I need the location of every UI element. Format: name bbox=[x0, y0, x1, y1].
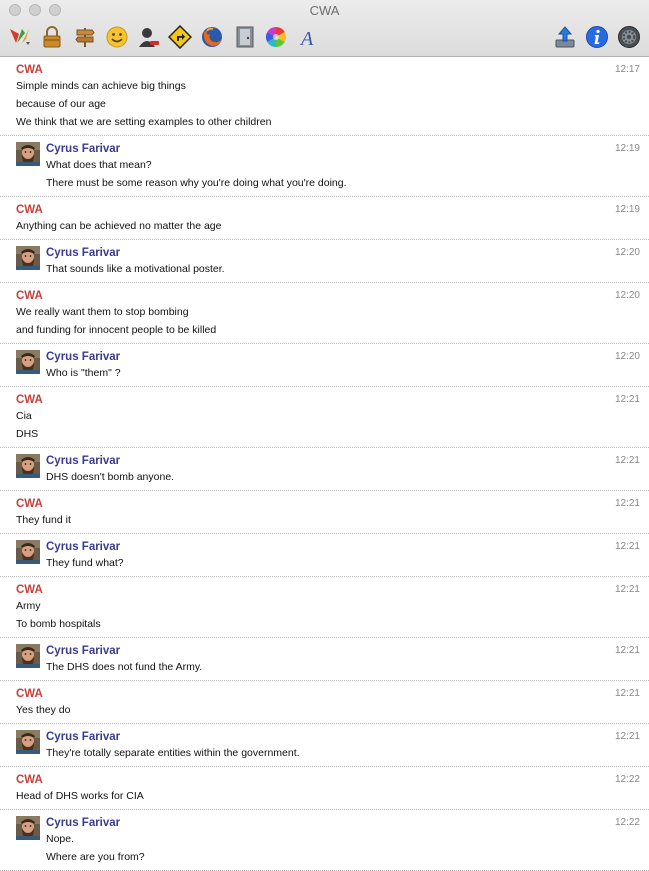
message-text: They're totally separate entities within… bbox=[46, 747, 300, 759]
message-text: because of our age bbox=[16, 98, 106, 110]
message-text: Simple minds can achieve big things bbox=[16, 80, 186, 92]
sender-name[interactable]: CWA bbox=[16, 773, 649, 787]
message-block: CWA 12:21 Cia DHS bbox=[0, 387, 649, 448]
gear-icon[interactable] bbox=[617, 25, 641, 49]
message-text: Who is "them" ? bbox=[46, 367, 121, 379]
message-block: Cyrus Farivar 12:21 The DHS does not fund … bbox=[0, 638, 649, 681]
avatar[interactable] bbox=[16, 142, 40, 166]
timestamp: 12:21 bbox=[614, 731, 640, 742]
timestamp: 12:21 bbox=[614, 584, 640, 595]
sender-name[interactable]: CWA bbox=[16, 687, 649, 701]
timestamp: 12:22 bbox=[614, 817, 640, 828]
timestamp: 12:21 bbox=[614, 394, 640, 405]
message-text: Nope. bbox=[46, 833, 75, 845]
sender-name[interactable]: CWA bbox=[16, 203, 649, 217]
timestamp: 12:21 bbox=[614, 688, 640, 699]
message-block: Cyrus Farivar 12:22 Nope. Where are you fro… bbox=[0, 810, 649, 871]
sender-name[interactable]: CWA bbox=[16, 393, 649, 407]
sender-name[interactable]: Cyrus Farivar bbox=[46, 540, 649, 554]
avatar[interactable] bbox=[16, 730, 40, 754]
avatar[interactable] bbox=[16, 454, 40, 478]
message-text: Army bbox=[16, 600, 41, 612]
message-block: CWA 12:21 Army To bomb hospitals bbox=[0, 577, 649, 638]
sender-name[interactable]: CWA bbox=[16, 289, 649, 303]
sender-name[interactable]: Cyrus Farivar bbox=[46, 350, 649, 364]
timestamp: 12:21 bbox=[614, 645, 640, 656]
contact-block-icon[interactable] bbox=[137, 25, 161, 49]
message-block: Cyrus Farivar 12:20 That sounds like a mot… bbox=[0, 240, 649, 283]
avatar[interactable] bbox=[16, 816, 40, 840]
message-block: CWA 12:20 We really want them to stop bomb… bbox=[0, 283, 649, 344]
timestamp: 12:20 bbox=[614, 290, 640, 301]
timestamp: 12:22 bbox=[614, 774, 640, 785]
timestamp: 12:20 bbox=[614, 247, 640, 258]
avatar[interactable] bbox=[16, 644, 40, 668]
message-text: We really want them to stop bombing bbox=[16, 306, 189, 318]
message-block: CWA 12:17 Simple minds can achieve big thi… bbox=[0, 57, 649, 136]
message-block: CWA 12:21 They fund it bbox=[0, 491, 649, 534]
message-block: Cyrus Farivar 12:21 DHS doesn't bomb anyon… bbox=[0, 448, 649, 491]
window-title: CWA bbox=[309, 3, 340, 18]
color-wheel-icon[interactable] bbox=[264, 25, 288, 49]
door-icon[interactable] bbox=[233, 25, 257, 49]
message-text: What does that mean? bbox=[46, 159, 152, 171]
message-block: Cyrus Farivar 12:21 They fund what? bbox=[0, 534, 649, 577]
sender-name[interactable]: Cyrus Farivar bbox=[46, 142, 649, 156]
message-text: Yes they do bbox=[16, 704, 71, 716]
font-icon[interactable]: A bbox=[296, 25, 320, 49]
timestamp: 12:21 bbox=[614, 498, 640, 509]
message-text: DHS bbox=[16, 428, 39, 440]
message-text: Anything can be achieved no matter the a… bbox=[16, 220, 222, 232]
timestamp: 12:21 bbox=[614, 541, 640, 552]
message-block: Cyrus Farivar 12:20 Who is "them" ? bbox=[0, 344, 649, 387]
firefox-icon[interactable] bbox=[200, 25, 224, 49]
message-text: Cia bbox=[16, 410, 32, 422]
avatar[interactable] bbox=[16, 540, 40, 564]
send-file-icon[interactable] bbox=[553, 25, 577, 49]
title-bar: CWA A bbox=[0, 0, 649, 57]
timestamp: 12:20 bbox=[614, 351, 640, 362]
sender-name[interactable]: CWA bbox=[16, 583, 649, 597]
sender-name[interactable]: CWA bbox=[16, 497, 649, 511]
message-text: They fund it bbox=[16, 514, 71, 526]
message-text: To bomb hospitals bbox=[16, 618, 101, 630]
sender-name[interactable]: Cyrus Farivar bbox=[46, 730, 649, 744]
message-text: We think that we are setting examples to… bbox=[16, 116, 272, 128]
message-block: CWA 12:21 Yes they do bbox=[0, 681, 649, 724]
smiley-icon[interactable] bbox=[105, 25, 129, 49]
message-block: CWA 12:22 Head of DHS works for CIA bbox=[0, 767, 649, 810]
timestamp: 12:19 bbox=[614, 204, 640, 215]
message-block: Cyrus Farivar 12:21 They're totally separa… bbox=[0, 724, 649, 767]
sender-name[interactable]: Cyrus Farivar bbox=[46, 644, 649, 658]
message-text: That sounds like a motivational poster. bbox=[46, 263, 225, 275]
timestamp: 12:21 bbox=[614, 455, 640, 466]
signpost-icon[interactable] bbox=[73, 25, 97, 49]
message-text: The DHS does not fund the Army. bbox=[46, 661, 203, 673]
message-block: CWA 12:19 Anything can be achieved no matt… bbox=[0, 197, 649, 240]
info-icon[interactable] bbox=[585, 25, 609, 49]
sender-name[interactable]: Cyrus Farivar bbox=[46, 454, 649, 468]
message-text: and funding for innocent people to be ki… bbox=[16, 324, 217, 336]
message-text: There must be some reason why you're doi… bbox=[46, 177, 347, 189]
message-log: CWA 12:17 Simple minds can achieve big thi… bbox=[0, 57, 649, 871]
directions-icon[interactable] bbox=[168, 25, 192, 49]
lock-icon[interactable] bbox=[40, 25, 64, 49]
message-text: They fund what? bbox=[46, 557, 124, 569]
avatar[interactable] bbox=[16, 350, 40, 374]
sender-name[interactable]: Cyrus Farivar bbox=[46, 816, 649, 830]
sender-name[interactable]: CWA bbox=[16, 63, 649, 77]
message-text: Head of DHS works for CIA bbox=[16, 790, 144, 802]
timestamp: 12:17 bbox=[614, 64, 640, 75]
message-block: Cyrus Farivar 12:19 What does that mean? Th… bbox=[0, 136, 649, 197]
sender-name[interactable]: Cyrus Farivar bbox=[46, 246, 649, 260]
adium-menu-icon[interactable] bbox=[8, 25, 32, 49]
message-text: DHS doesn't bomb anyone. bbox=[46, 471, 175, 483]
avatar[interactable] bbox=[16, 246, 40, 270]
svg-text:A: A bbox=[299, 28, 314, 49]
timestamp: 12:19 bbox=[614, 143, 640, 154]
message-text: Where are you from? bbox=[46, 851, 145, 863]
